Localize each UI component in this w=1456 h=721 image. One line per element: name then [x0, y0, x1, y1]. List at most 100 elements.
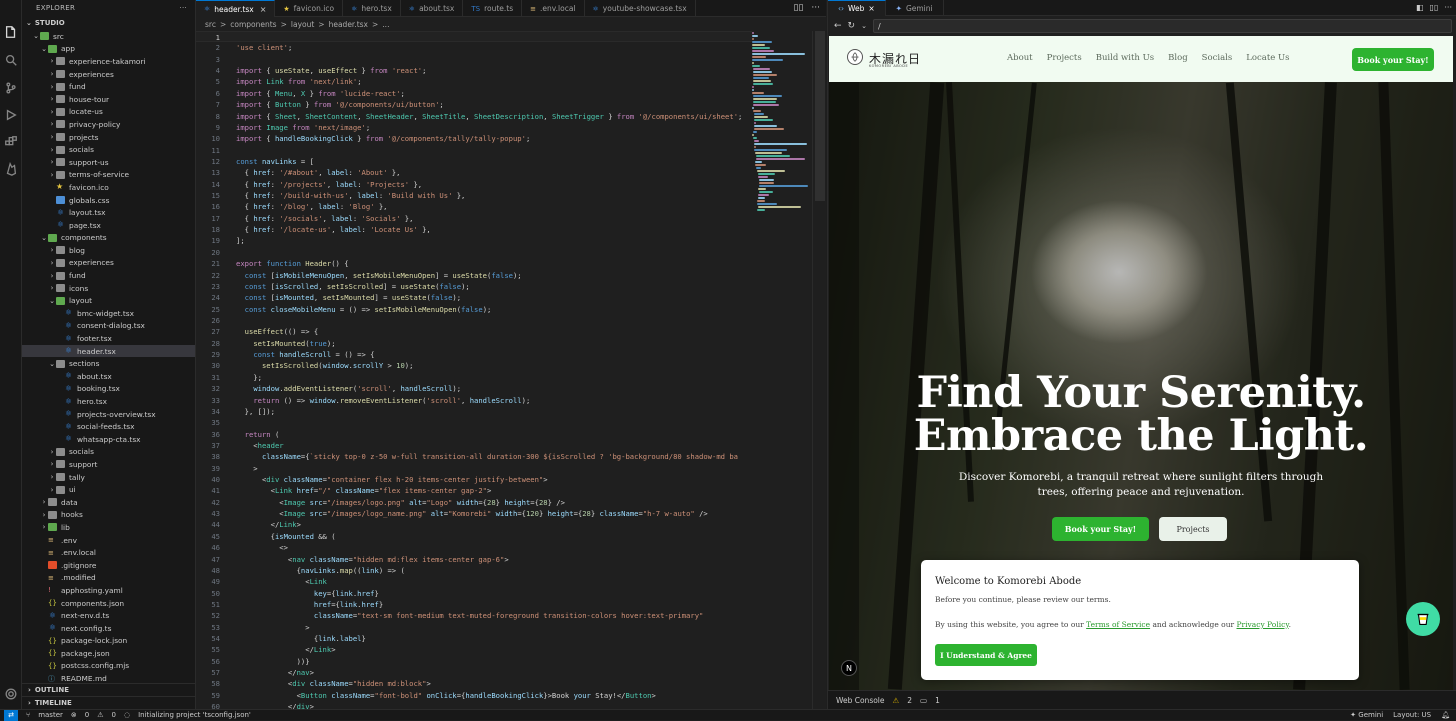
code-line[interactable]: 56 ))} — [196, 656, 752, 667]
site-nav-link[interactable]: Socials — [1202, 53, 1233, 63]
chevron-down-icon[interactable]: ⌄ — [861, 22, 867, 30]
code-line[interactable]: 22 const [isMobileMenuOpen, setIsMobileM… — [196, 270, 752, 281]
tree-file[interactable]: ⚛ about.tsx — [22, 370, 195, 383]
firebase-icon[interactable] — [3, 161, 19, 177]
tree-file[interactable]: {} package.json — [22, 647, 195, 660]
code-line[interactable]: 60 </div> — [196, 701, 752, 709]
code-line[interactable]: 29 const handleScroll = () => { — [196, 349, 752, 360]
tree-folder[interactable]: › fund — [22, 80, 195, 93]
tree-file[interactable]: ! apphosting.yaml — [22, 584, 195, 597]
code-line[interactable]: 18 { href: '/locate-us', label: 'Locate … — [196, 224, 752, 235]
tree-folder[interactable]: › house-tour — [22, 93, 195, 106]
code-line[interactable]: 27 useEffect(() => { — [196, 326, 752, 337]
tree-folder[interactable]: › tally — [22, 471, 195, 484]
code-line[interactable]: 3 — [196, 54, 752, 65]
code-area[interactable]: 1 2'use client'; 3 4 import { useState, useE… — [196, 31, 752, 709]
breadcrumb-item[interactable]: src — [205, 20, 216, 29]
bell-icon[interactable]: 🔔︎ — [1441, 711, 1450, 719]
site-logo[interactable] — [847, 49, 863, 65]
code-line[interactable]: 52 className="text-sm font-medium text-m… — [196, 610, 752, 621]
minimap[interactable] — [752, 31, 812, 211]
tree-file[interactable]: ⚛ consent-dialog.tsx — [22, 320, 195, 333]
agree-button[interactable]: I Understand & Agree — [935, 644, 1037, 666]
tab-web[interactable]: ‹› Web × — [828, 0, 886, 16]
code-line[interactable]: 16 { href: '/blog', label: 'Blog' }, — [196, 201, 752, 212]
message-count[interactable]: 1 — [935, 696, 940, 705]
tree-file[interactable]: ⚛ header.tsx — [22, 344, 195, 358]
code-line[interactable]: 20 — [196, 247, 752, 258]
code-line[interactable]: 53 > — [196, 622, 752, 633]
hero-book-button[interactable]: Book your Stay! — [1052, 517, 1149, 541]
tree-file[interactable]: ⚛ next.config.ts — [22, 622, 195, 635]
tree-folder[interactable]: ⌄ components — [22, 232, 195, 245]
tree-file[interactable]: {} package-lock.json — [22, 635, 195, 648]
close-icon[interactable]: × — [260, 5, 267, 14]
breadcrumb-item[interactable]: layout — [291, 20, 314, 29]
tree-folder[interactable]: › socials — [22, 143, 195, 156]
tree-file[interactable]: globals.css — [22, 194, 195, 207]
code-line[interactable]: 40 <div className="container flex h-20 i… — [196, 474, 752, 485]
code-line[interactable]: 11 — [196, 145, 752, 156]
code-line[interactable]: 6 import { Menu, X } from 'lucide-react'; — [196, 88, 752, 99]
remote-icon[interactable]: ⇄ — [4, 709, 18, 721]
code-line[interactable]: 17 { href: '/socials', label: 'Socials' … — [196, 213, 752, 224]
tree-file[interactable]: ⚛ whatsapp-cta.tsx — [22, 433, 195, 446]
code-line[interactable]: 38 className={`sticky top-0 z-50 w-full … — [196, 451, 752, 462]
nextjs-badge[interactable]: N — [841, 660, 857, 676]
tree-folder[interactable]: › blog — [22, 244, 195, 257]
tree-folder[interactable]: › experiences — [22, 257, 195, 270]
code-line[interactable]: 28 setIsMounted(true); — [196, 338, 752, 349]
web-console-label[interactable]: Web Console — [836, 696, 885, 705]
code-line[interactable]: 25 const closeMobileMenu = () => setIsMo… — [196, 304, 752, 315]
editor-tab[interactable]: ⚛ about.tsx — [401, 0, 464, 17]
tree-folder[interactable]: › projects — [22, 131, 195, 144]
tree-folder[interactable]: › data — [22, 496, 195, 509]
layout-status[interactable]: Layout: US — [1393, 711, 1431, 719]
code-line[interactable]: 2 'use client'; — [196, 42, 752, 53]
gemini-status[interactable]: ✦ Gemini — [1350, 711, 1383, 719]
error-count[interactable]: 0 — [85, 711, 89, 719]
tab-gemini[interactable]: ✦ Gemini — [886, 0, 944, 16]
tree-folder[interactable]: › support — [22, 458, 195, 471]
editor-tab[interactable]: TS route.ts — [463, 0, 523, 17]
tree-folder[interactable]: › fund — [22, 269, 195, 282]
branch-name[interactable]: master — [38, 711, 63, 719]
code-line[interactable]: 31 }; — [196, 372, 752, 383]
code-line[interactable]: 4 import { useState, useEffect } from 're… — [196, 65, 752, 76]
code-line[interactable]: 44 </Link> — [196, 519, 752, 530]
code-line[interactable]: 5 import Link from 'next/link'; — [196, 76, 752, 87]
code-line[interactable]: 32 window.addEventListener('scroll', han… — [196, 383, 752, 394]
code-line[interactable]: 1 — [196, 31, 752, 43]
code-line[interactable]: 19]; — [196, 235, 752, 246]
tree-file[interactable]: ≡ .modified — [22, 572, 195, 585]
close-icon[interactable]: × — [868, 4, 874, 13]
tree-folder[interactable]: › experience-takamori — [22, 55, 195, 68]
site-nav-link[interactable]: Locate Us — [1246, 53, 1289, 63]
code-line[interactable]: 15 { href: '/build-with-us', label: 'Bui… — [196, 190, 752, 201]
code-line[interactable]: 42 <Image src="/images/logo.png" alt="Lo… — [196, 497, 752, 508]
split-editor-icon[interactable]: ▯▯ — [794, 3, 804, 13]
code-line[interactable]: 45 {isMounted && ( — [196, 531, 752, 542]
code-line[interactable]: 54 {link.label} — [196, 633, 752, 644]
code-line[interactable]: 46 <> — [196, 542, 752, 553]
code-line[interactable]: 39 > — [196, 463, 752, 474]
code-line[interactable]: 58 <div className="hidden md:block"> — [196, 678, 752, 689]
code-line[interactable]: 23 const [isScrolled, setIsScrolled] = u… — [196, 281, 752, 292]
tree-file[interactable]: ⚛ page.tsx — [22, 219, 195, 232]
tree-file[interactable]: ★ favicon.ico — [22, 181, 195, 194]
code-line[interactable]: 59 <Button className="font-bold" onClick… — [196, 690, 752, 701]
privacy-link[interactable]: Privacy Policy — [1237, 620, 1289, 629]
code-line[interactable]: 7 import { Button } from '@/components/ui… — [196, 99, 752, 110]
hero-projects-button[interactable]: Projects — [1159, 517, 1227, 541]
tree-folder[interactable]: › privacy-policy — [22, 118, 195, 131]
breadcrumb-item[interactable]: header.tsx — [329, 20, 368, 29]
tree-folder[interactable]: › locate-us — [22, 106, 195, 119]
reload-icon[interactable]: ↻ — [848, 21, 856, 31]
code-line[interactable]: 41 <Link href="/" className="flex items-… — [196, 485, 752, 496]
site-nav-link[interactable]: Blog — [1168, 53, 1188, 63]
code-line[interactable]: 43 <Image src="/images/logo_name.png" al… — [196, 508, 752, 519]
code-line[interactable]: 12 const navLinks = [ — [196, 156, 752, 167]
buy-me-coffee-button[interactable] — [1406, 602, 1440, 636]
panel-layout-icon[interactable]: ◧ — [1416, 3, 1424, 12]
code-line[interactable]: 50 key={link.href} — [196, 588, 752, 599]
